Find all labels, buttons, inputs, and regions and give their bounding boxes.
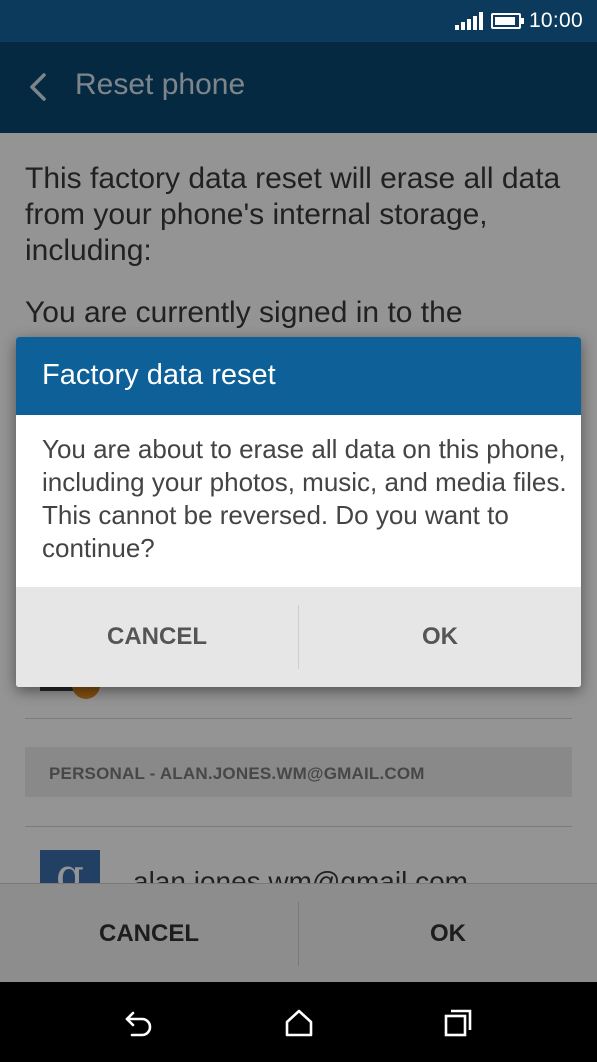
dialog-actions: CANCEL OK — [16, 587, 581, 687]
dialog-header: Factory data reset — [16, 337, 581, 415]
status-time: 10:00 — [528, 9, 583, 32]
nav-back-icon[interactable] — [124, 1008, 154, 1038]
dialog-ok-button[interactable]: OK — [299, 587, 581, 687]
dialog-title: Factory data reset — [42, 359, 276, 391]
status-indicators: 10:00 — [454, 9, 583, 33]
factory-reset-dialog: Factory data reset You are about to eras… — [16, 337, 581, 687]
dialog-message: You are about to erase all data on this … — [42, 434, 567, 563]
recent-apps-icon[interactable] — [443, 1008, 473, 1038]
signal-bars-icon — [454, 12, 483, 30]
status-bar: 10:00 — [0, 0, 597, 42]
navigation-bar — [0, 982, 597, 1062]
home-icon[interactable] — [284, 1008, 314, 1038]
battery-level — [494, 17, 515, 25]
battery-icon — [490, 13, 524, 29]
dialog-cancel-button[interactable]: CANCEL — [16, 587, 298, 687]
